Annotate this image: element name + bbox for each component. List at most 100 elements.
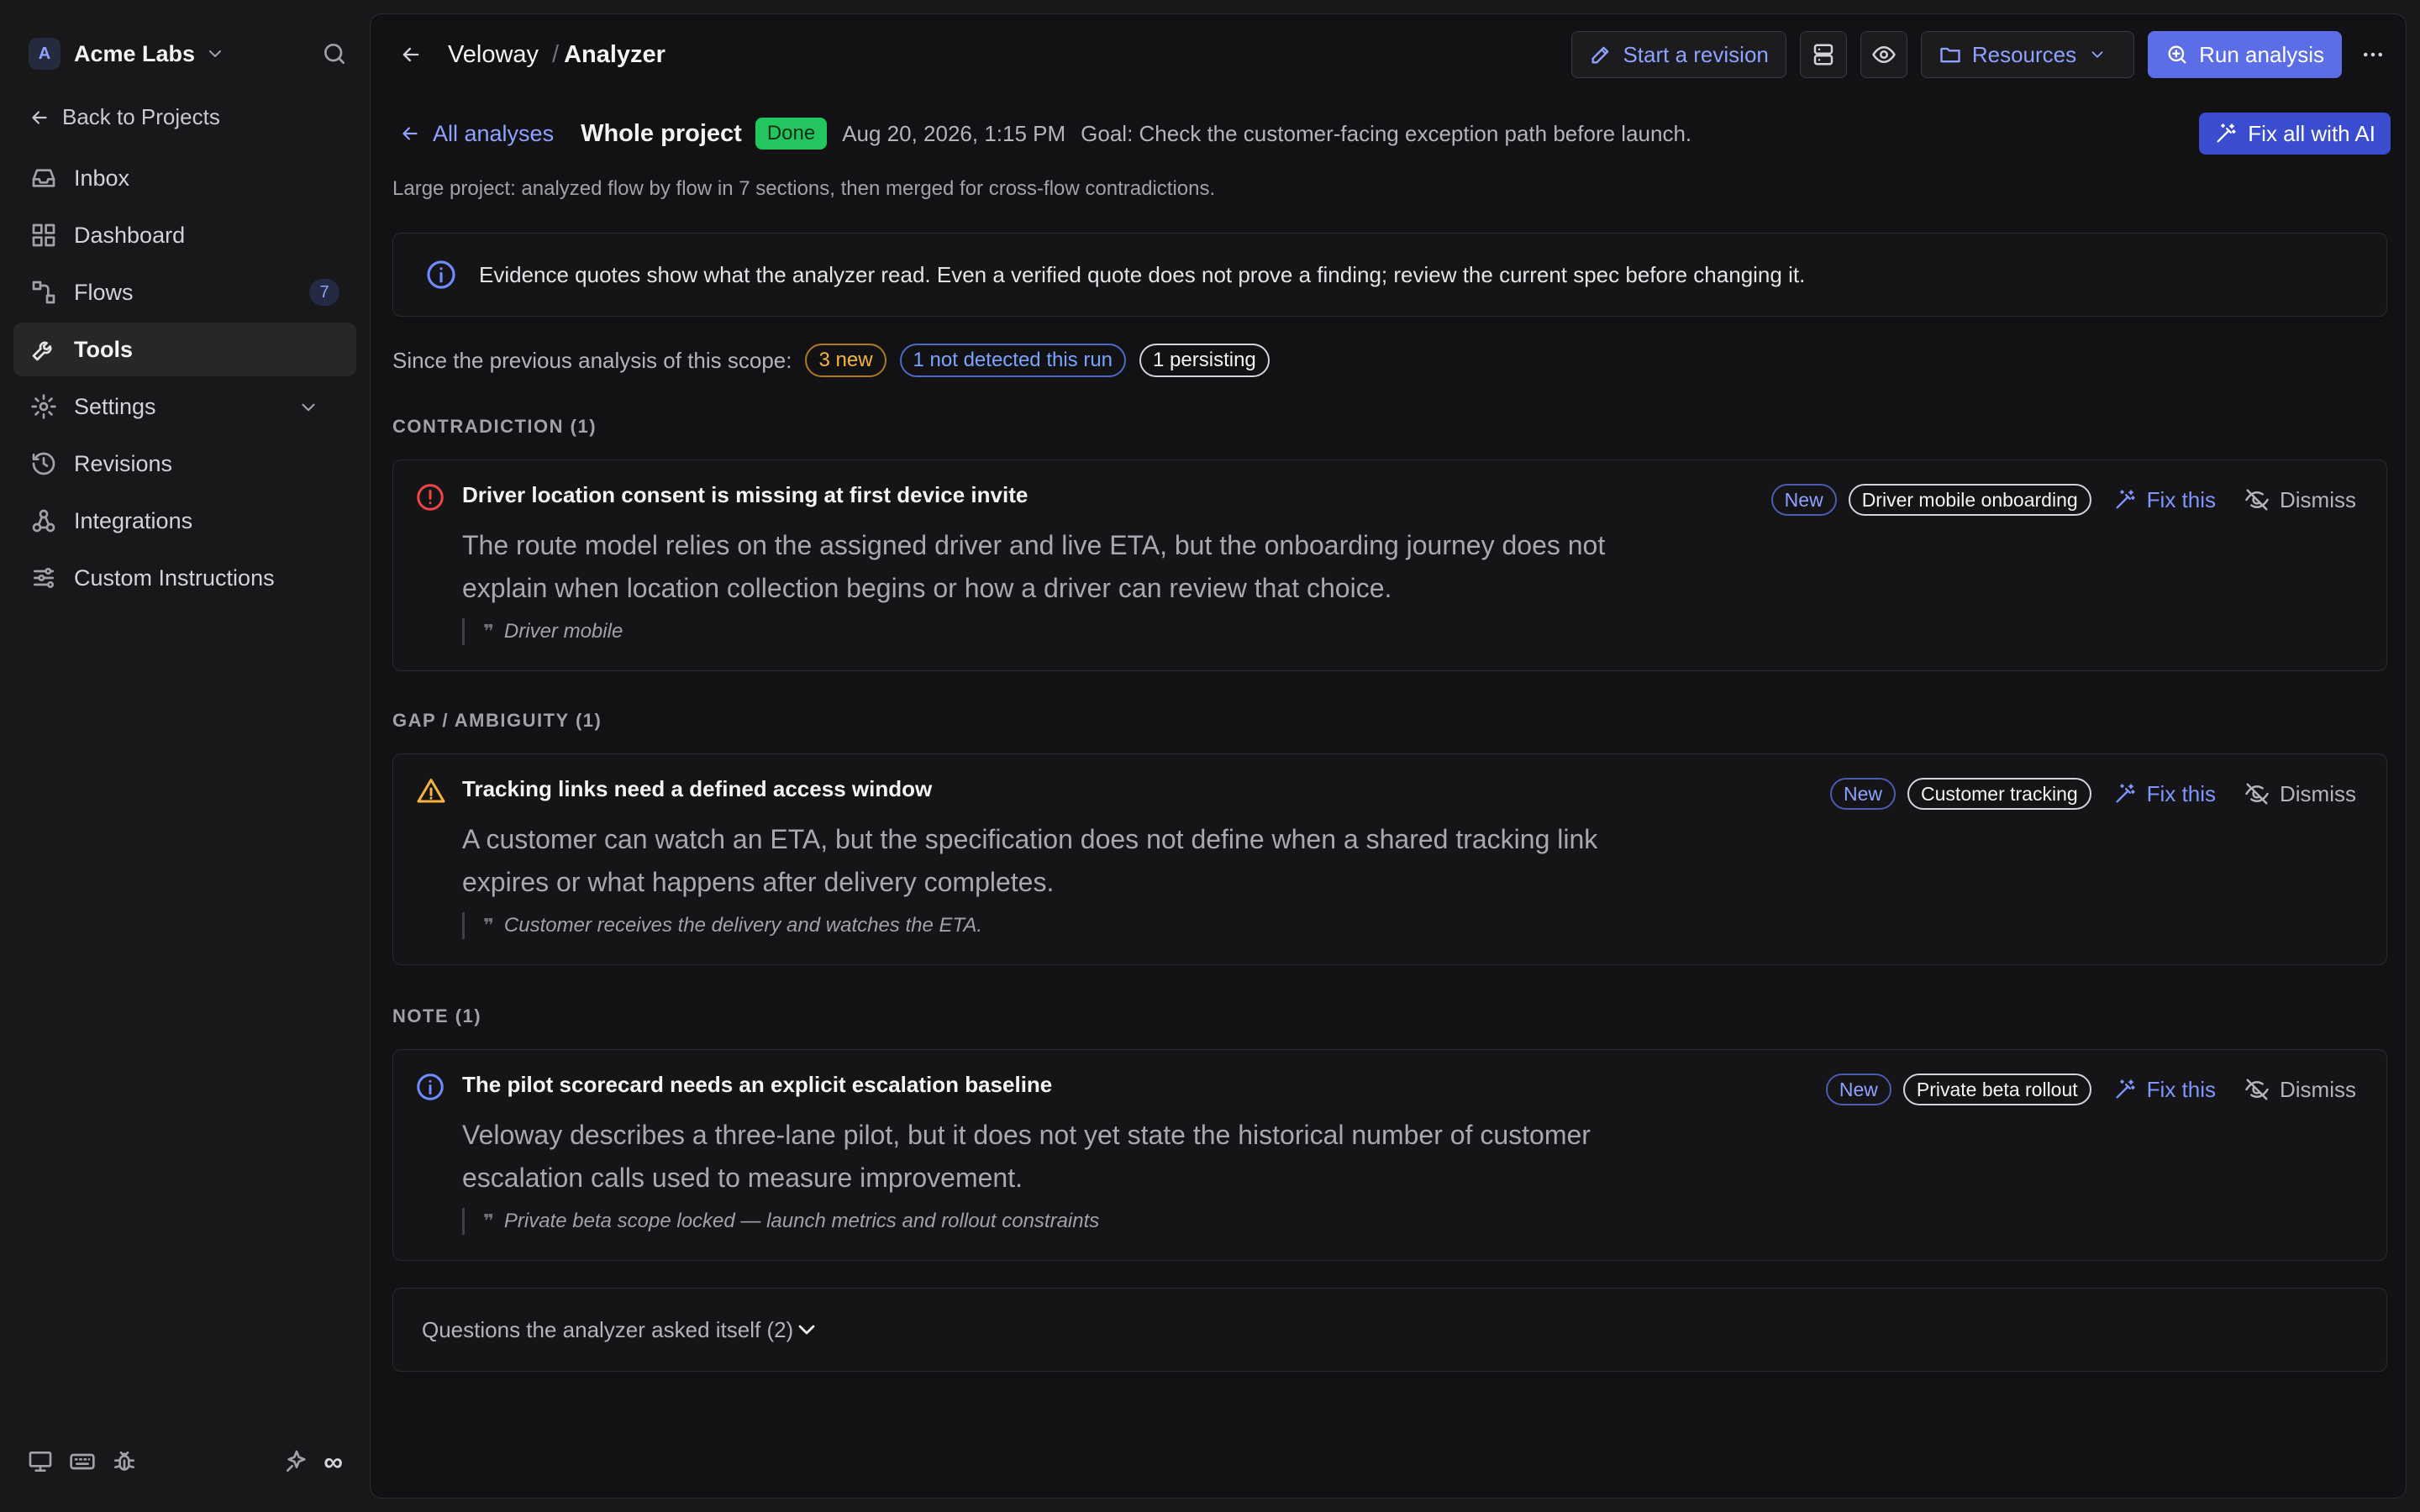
finding-card: The pilot scorecard needs an explicit es…: [392, 1049, 2387, 1261]
arrow-left-icon[interactable]: [399, 43, 423, 66]
sliders-icon: [30, 564, 74, 591]
preview-button[interactable]: [1860, 31, 1907, 78]
analysis-date: Aug 20, 2026, 1:15 PM: [842, 120, 1066, 146]
evidence-info-banner: Evidence quotes show what the analyzer r…: [392, 233, 2387, 317]
back-to-projects-label: Back to Projects: [62, 104, 220, 129]
sidebar-item-inbox[interactable]: Inbox: [13, 151, 356, 205]
new-tag: New: [1770, 484, 1837, 516]
folder-icon: [1939, 43, 1972, 66]
chevron-down-icon: [205, 44, 225, 64]
not-detected-pill[interactable]: 1 not detected this run: [899, 344, 1127, 377]
sidebar-item-settings[interactable]: Settings: [13, 380, 356, 433]
sidebar-item-integrations[interactable]: Integrations: [13, 494, 356, 548]
breadcrumb-separator: /: [552, 40, 560, 68]
quote-text: Customer receives the delivery and watch…: [503, 914, 983, 937]
magic-wand-icon: [2113, 782, 2147, 806]
page-title: Analyzer: [564, 40, 666, 68]
org-switcher[interactable]: A Acme Labs: [29, 37, 348, 71]
chevron-down-icon[interactable]: [297, 396, 336, 418]
dismiss-label: Dismiss: [2280, 1076, 2356, 1102]
fix-all-with-ai-button[interactable]: Fix all with AI: [2199, 113, 2391, 155]
top-bar: Veloway / Analyzer Start a revision Reso…: [371, 14, 2406, 95]
flow-tag[interactable]: Driver mobile onboarding: [1848, 484, 2091, 516]
sidebar-item-dashboard[interactable]: Dashboard: [13, 208, 356, 262]
search-sparkle-icon: [2165, 43, 2199, 66]
analysis-meta: All analyses Whole project Done Aug 20, …: [399, 110, 2391, 157]
sidebar-item-revisions[interactable]: Revisions: [13, 437, 356, 491]
server-icon: [1811, 42, 1836, 67]
info-icon: [415, 1072, 445, 1102]
since-previous-row: Since the previous analysis of this scop…: [392, 342, 1270, 379]
dismiss-button[interactable]: Dismiss: [2244, 1077, 2356, 1103]
run-analysis-button[interactable]: Run analysis: [2148, 31, 2342, 78]
sidebar-item-flows[interactable]: Flows 7: [13, 265, 356, 319]
new-count-pill[interactable]: 3 new: [805, 344, 886, 377]
dismiss-label: Dismiss: [2280, 486, 2356, 512]
fix-this-button[interactable]: Fix this: [2113, 781, 2216, 807]
fix-this-button[interactable]: Fix this: [2113, 487, 2216, 513]
sidebar: A Acme Labs Back to Projects Inbox Dashb…: [0, 0, 370, 1512]
sidebar-item-label: Settings: [74, 393, 156, 419]
quote-icon: ❞: [483, 915, 494, 936]
new-tag: New: [1830, 778, 1897, 810]
finding-card: Tracking links need a defined access win…: [392, 753, 2387, 965]
resources-dropdown[interactable]: Resources: [1920, 31, 2135, 78]
fix-this-label: Fix this: [2146, 1076, 2216, 1102]
start-revision-button[interactable]: Start a revision: [1571, 31, 1786, 78]
persisting-pill[interactable]: 1 persisting: [1139, 344, 1270, 377]
finding-body: Veloway describes a three-lane pilot, bu…: [462, 1120, 1591, 1193]
finding-title: Driver location consent is missing at fi…: [462, 482, 1028, 507]
start-revision-label: Start a revision: [1623, 41, 1769, 67]
info-icon: [425, 259, 479, 291]
quote-icon: ❞: [483, 621, 494, 642]
search-icon[interactable]: [321, 40, 348, 67]
chevron-down-icon: [2088, 45, 2117, 64]
fix-this-button[interactable]: Fix this: [2113, 1077, 2216, 1103]
gear-icon: [30, 393, 74, 420]
all-analyses-link[interactable]: All analyses: [399, 121, 554, 147]
flow-tag[interactable]: Customer tracking: [1907, 778, 2091, 810]
section-heading: GAP / AMBIGUITY (1): [392, 710, 602, 731]
sparkle-icon[interactable]: [283, 1448, 310, 1475]
fix-this-label: Fix this: [2146, 780, 2216, 806]
edit-icon: [1589, 43, 1623, 66]
back-to-projects-link[interactable]: Back to Projects: [29, 104, 220, 130]
sidebar-item-label: Flows: [74, 279, 134, 305]
sidebar-item-label: Revisions: [74, 450, 173, 476]
warning-triangle-icon: [415, 776, 447, 806]
dismiss-button[interactable]: Dismiss: [2244, 487, 2356, 513]
bug-icon[interactable]: [111, 1448, 138, 1475]
quote-text: Driver mobile: [503, 620, 623, 643]
quote-text: Private beta scope locked — launch metri…: [503, 1210, 1100, 1232]
analysis-note: Large project: analyzed flow by flow in …: [392, 177, 1216, 200]
section-heading: NOTE (1): [392, 1005, 482, 1026]
org-avatar: A: [29, 38, 60, 70]
eye-off-icon: [2244, 781, 2280, 806]
flow-tag[interactable]: Private beta rollout: [1902, 1074, 2091, 1105]
sidebar-item-tools[interactable]: Tools: [13, 323, 356, 376]
eye-off-icon: [2244, 487, 2280, 512]
monitor-icon[interactable]: [27, 1448, 54, 1475]
more-options-icon[interactable]: [2360, 42, 2386, 67]
analyzer-questions-accordion[interactable]: Questions the analyzer asked itself (2): [392, 1288, 2387, 1372]
magic-wand-icon: [2214, 122, 2248, 145]
breadcrumb-project[interactable]: Veloway: [448, 41, 539, 69]
magic-wand-icon: [2113, 1078, 2147, 1101]
infinity-icon[interactable]: ∞: [324, 1448, 343, 1475]
arrow-left-icon: [399, 123, 433, 144]
sidebar-item-label: Tools: [74, 336, 133, 362]
flows-count-badge: 7: [309, 279, 339, 306]
resources-label: Resources: [1971, 41, 2077, 67]
sidebar-item-label: Inbox: [74, 165, 130, 191]
sidebar-item-label: Dashboard: [74, 222, 186, 248]
fix-all-label: Fix all with AI: [2248, 120, 2375, 146]
keyboard-icon[interactable]: [69, 1448, 96, 1475]
wrench-icon: [30, 336, 74, 363]
magic-wand-icon: [2113, 488, 2147, 512]
dismiss-label: Dismiss: [2280, 780, 2356, 806]
fix-this-label: Fix this: [2146, 486, 2216, 512]
split-view-button[interactable]: [1799, 31, 1847, 78]
sidebar-footer: ∞: [27, 1445, 343, 1478]
dismiss-button[interactable]: Dismiss: [2244, 781, 2356, 807]
sidebar-item-custom-instructions[interactable]: Custom Instructions: [13, 551, 356, 605]
